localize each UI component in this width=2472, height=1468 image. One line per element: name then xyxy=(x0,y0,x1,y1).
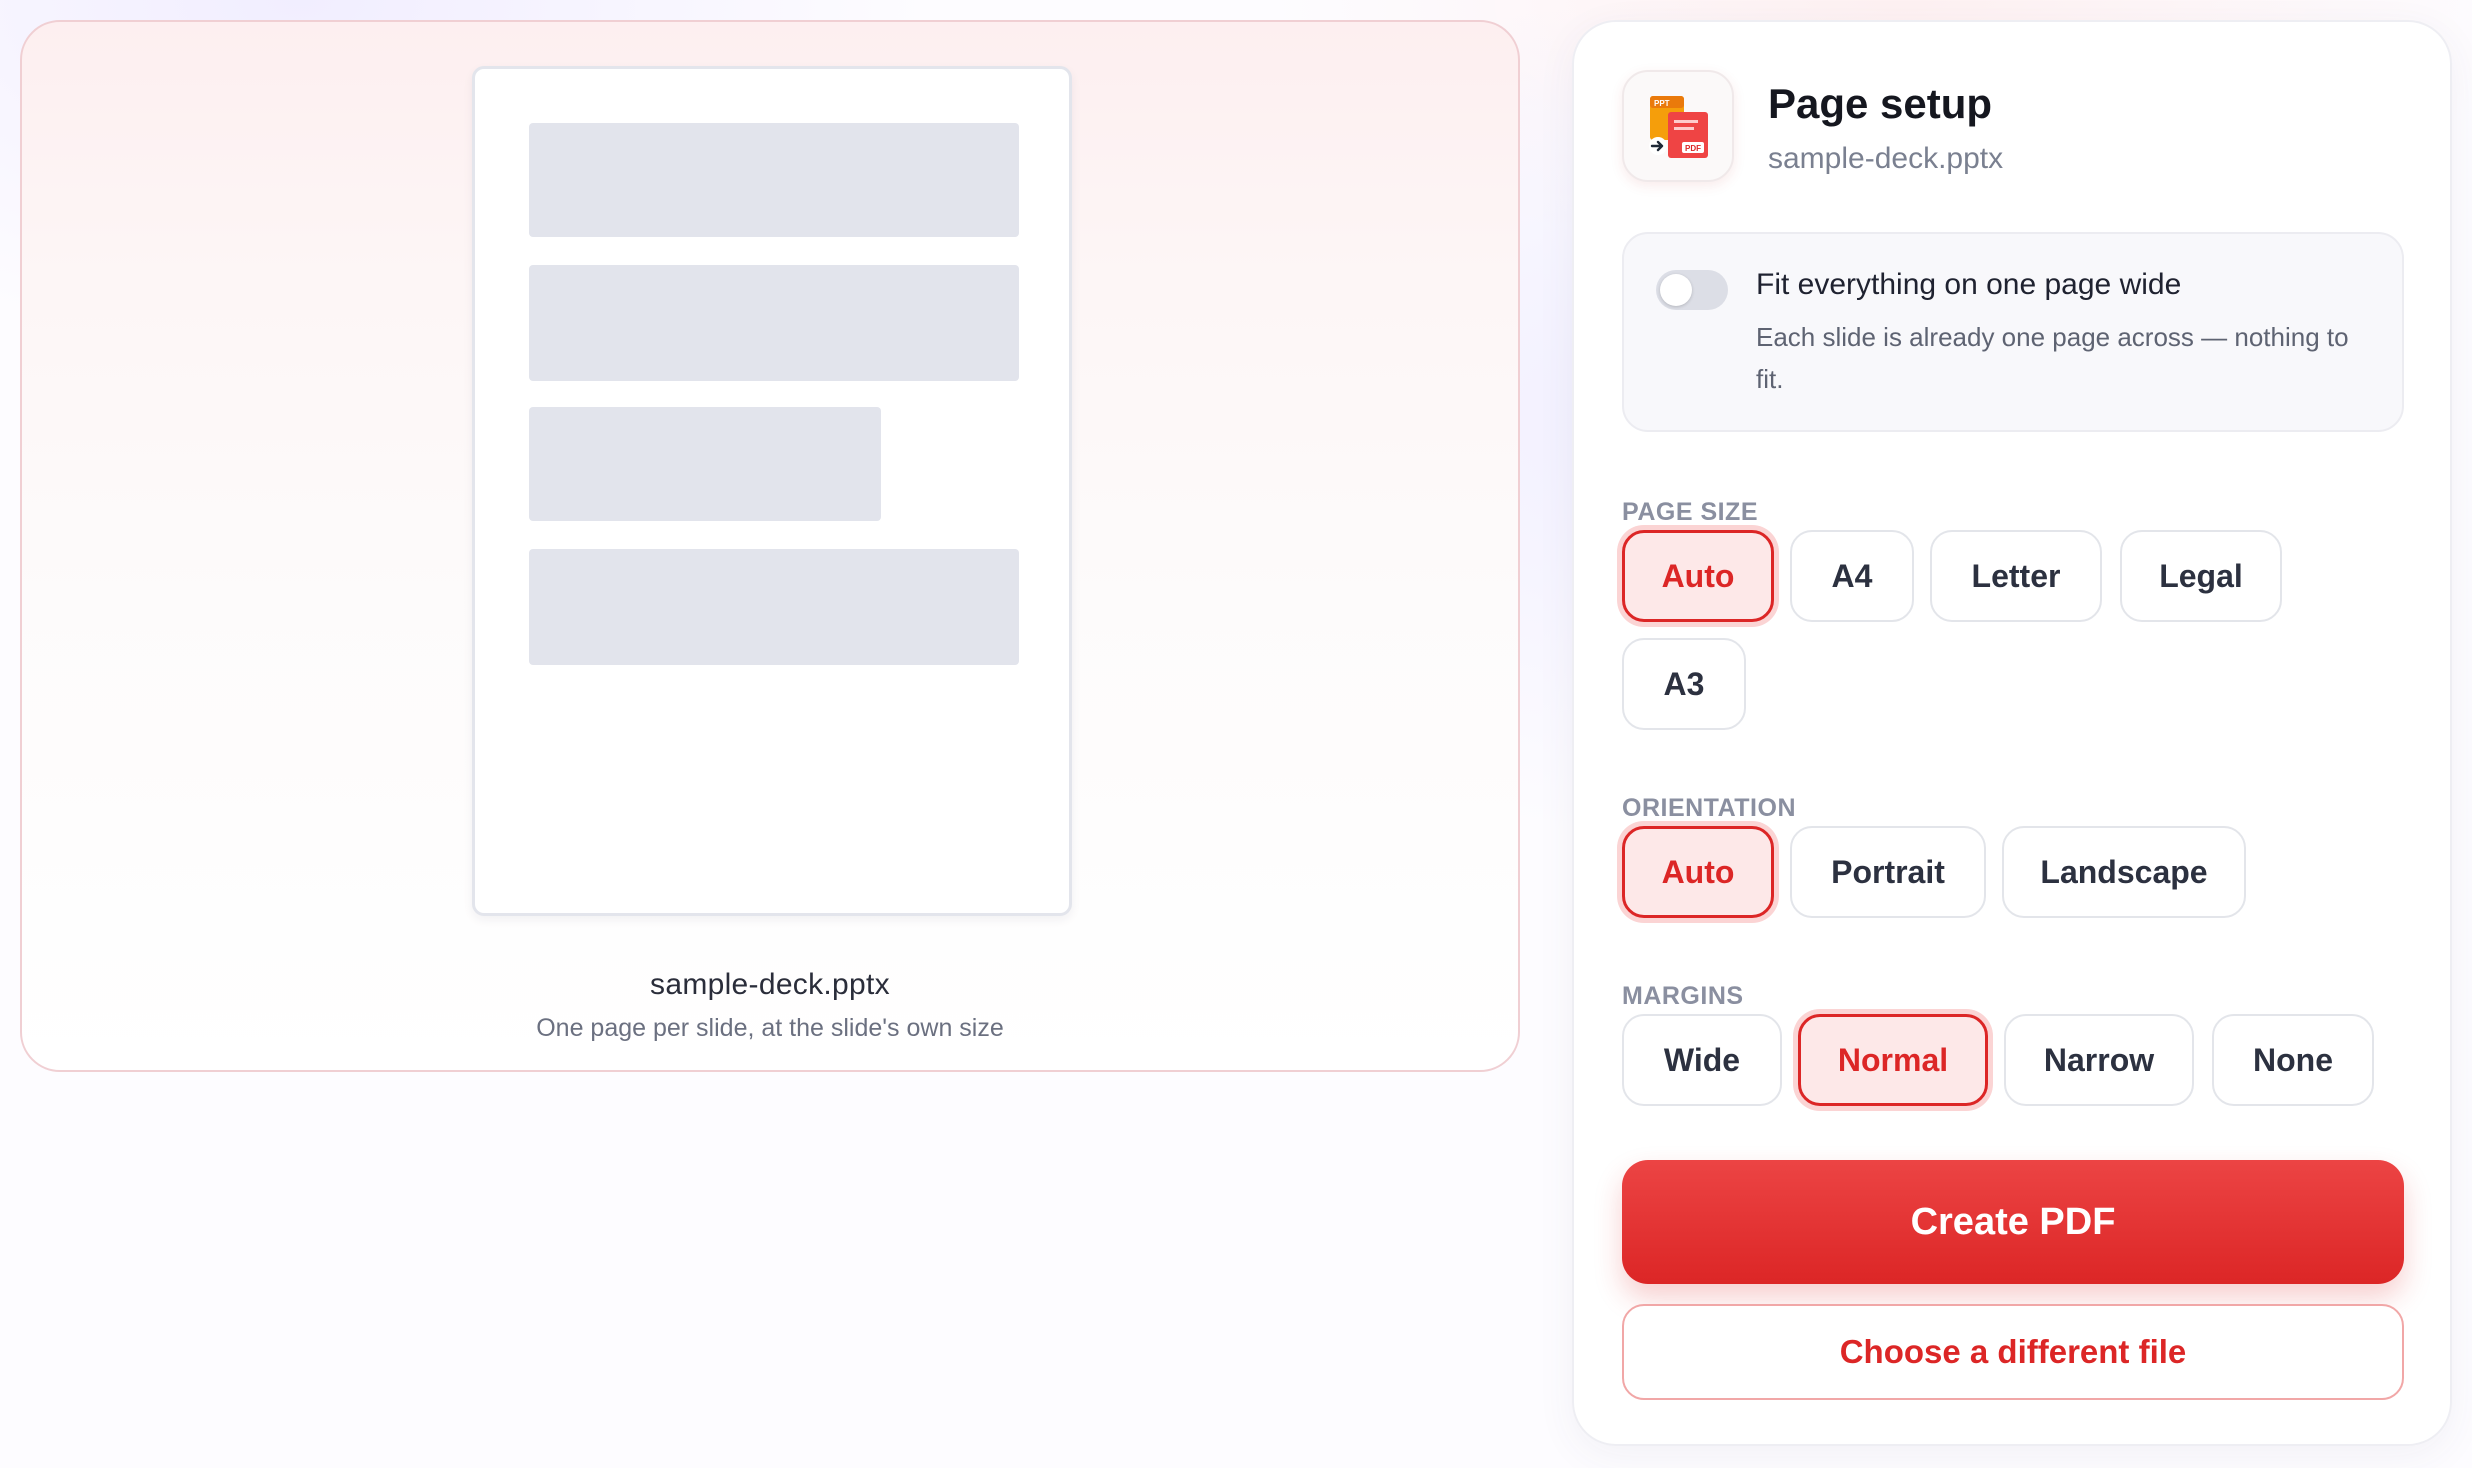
icon-badge-pdf: PDF xyxy=(1685,144,1701,153)
skeleton-block xyxy=(529,407,881,521)
page-size-a4[interactable]: A4 xyxy=(1790,530,1914,622)
skeleton-block xyxy=(529,549,1019,665)
fit-option-box: Fit everything on one page wide Each sli… xyxy=(1622,232,2404,432)
preview-caption: One page per slide, at the slide's own s… xyxy=(536,1014,1004,1042)
preview-card: sample-deck.pptx One page per slide, at … xyxy=(20,20,1520,1072)
panel-file-name: sample-deck.pptx xyxy=(1768,142,2004,175)
margins-label: MARGINS xyxy=(1622,982,1744,1010)
margins-narrow[interactable]: Narrow xyxy=(2004,1014,2194,1106)
preview-file-name: sample-deck.pptx xyxy=(650,968,890,1001)
page-size-a3[interactable]: A3 xyxy=(1622,638,1746,730)
margins-none[interactable]: None xyxy=(2212,1014,2374,1106)
orientation-landscape[interactable]: Landscape xyxy=(2002,826,2246,918)
page-size-label: PAGE SIZE xyxy=(1622,498,1759,526)
fit-option-description: Each slide is already one page across — … xyxy=(1756,322,2349,394)
margins-wide[interactable]: Wide xyxy=(1622,1014,1782,1106)
skeleton-block xyxy=(529,123,1019,237)
orientation-label: ORIENTATION xyxy=(1622,794,1797,822)
toggle-knob xyxy=(1660,274,1692,306)
fit-option-title: Fit everything on one page wide xyxy=(1756,268,2182,301)
panel-title: Page setup xyxy=(1768,80,1993,127)
page-size-legal[interactable]: Legal xyxy=(2120,530,2282,622)
skeleton-block xyxy=(529,265,1019,381)
orientation-portrait[interactable]: Portrait xyxy=(1790,826,1986,918)
orientation-auto[interactable]: Auto xyxy=(1622,826,1774,918)
page-size-auto[interactable]: Auto xyxy=(1622,530,1774,622)
ppt-to-pdf-icon: PPT PDF xyxy=(1622,70,1734,182)
fit-toggle[interactable] xyxy=(1656,270,1728,310)
page-preview xyxy=(472,66,1072,916)
page-setup-panel: PPT PDF Page setup sample-deck.pptx Fit … xyxy=(1572,20,2452,1446)
choose-different-file-button[interactable]: Choose a different file xyxy=(1622,1304,2404,1400)
create-pdf-button[interactable]: Create PDF xyxy=(1622,1160,2404,1284)
page-size-letter[interactable]: Letter xyxy=(1930,530,2102,622)
margins-normal[interactable]: Normal xyxy=(1798,1014,1988,1106)
icon-badge-ppt: PPT xyxy=(1654,99,1670,108)
